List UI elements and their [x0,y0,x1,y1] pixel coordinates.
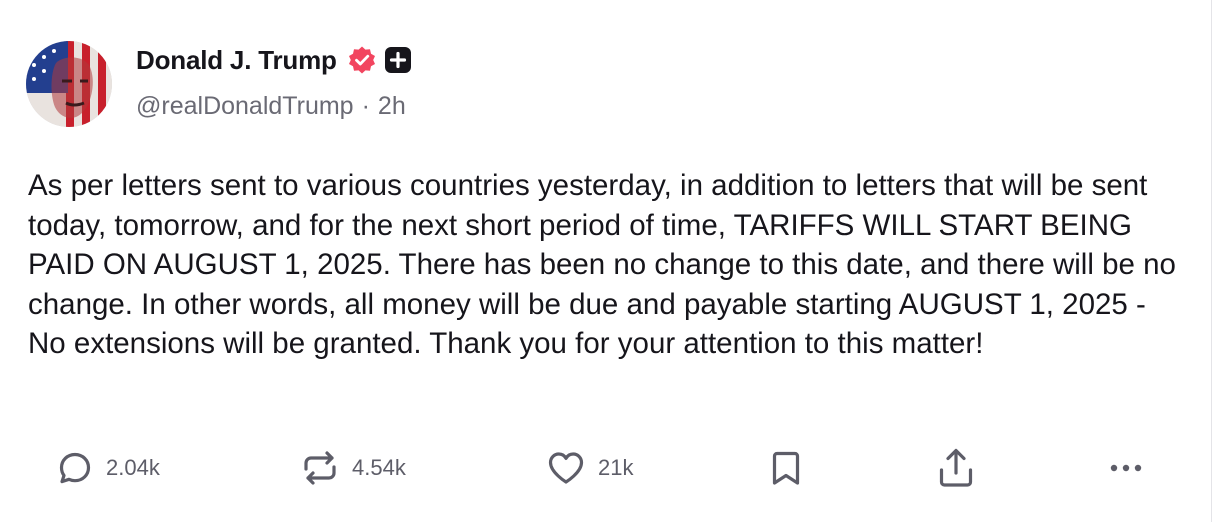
retruth-icon [300,449,340,487]
post-card: Donald J. Trump @realDonaldTrump · 2h As… [0,0,1212,522]
avatar-image [26,41,112,127]
author-handle[interactable]: @realDonaldTrump [136,92,354,121]
reply-count: 2.04k [106,455,160,480]
post-body-text: As per letters sent to various countries… [28,169,1176,360]
avatar[interactable] [26,41,112,127]
more-options-button[interactable] [1106,440,1146,496]
author-handle-row: @realDonaldTrump · 2h [136,92,406,121]
reply-icon [56,449,94,487]
like-count: 21k [598,455,634,480]
retruth-count: 4.54k [352,455,406,480]
plus-badge-icon [384,47,411,73]
post-actions-bar: 2.04k 4.54k 21k [0,440,1212,500]
bookmark-button[interactable] [768,440,804,496]
bookmark-icon [768,448,804,488]
verified-badge-icon [347,45,377,75]
heart-icon [546,449,586,487]
post-timestamp[interactable]: 2h [378,92,406,121]
reply-button[interactable]: 2.04k [56,440,160,496]
share-icon [936,446,976,490]
author-name-row: Donald J. Trump [136,42,411,78]
handle-separator: · [361,92,370,120]
like-button[interactable]: 21k [546,440,633,496]
share-button[interactable] [936,440,976,496]
retruth-button[interactable]: 4.54k [300,440,406,496]
more-icon [1106,458,1146,478]
author-display-name[interactable]: Donald J. Trump [136,45,337,76]
